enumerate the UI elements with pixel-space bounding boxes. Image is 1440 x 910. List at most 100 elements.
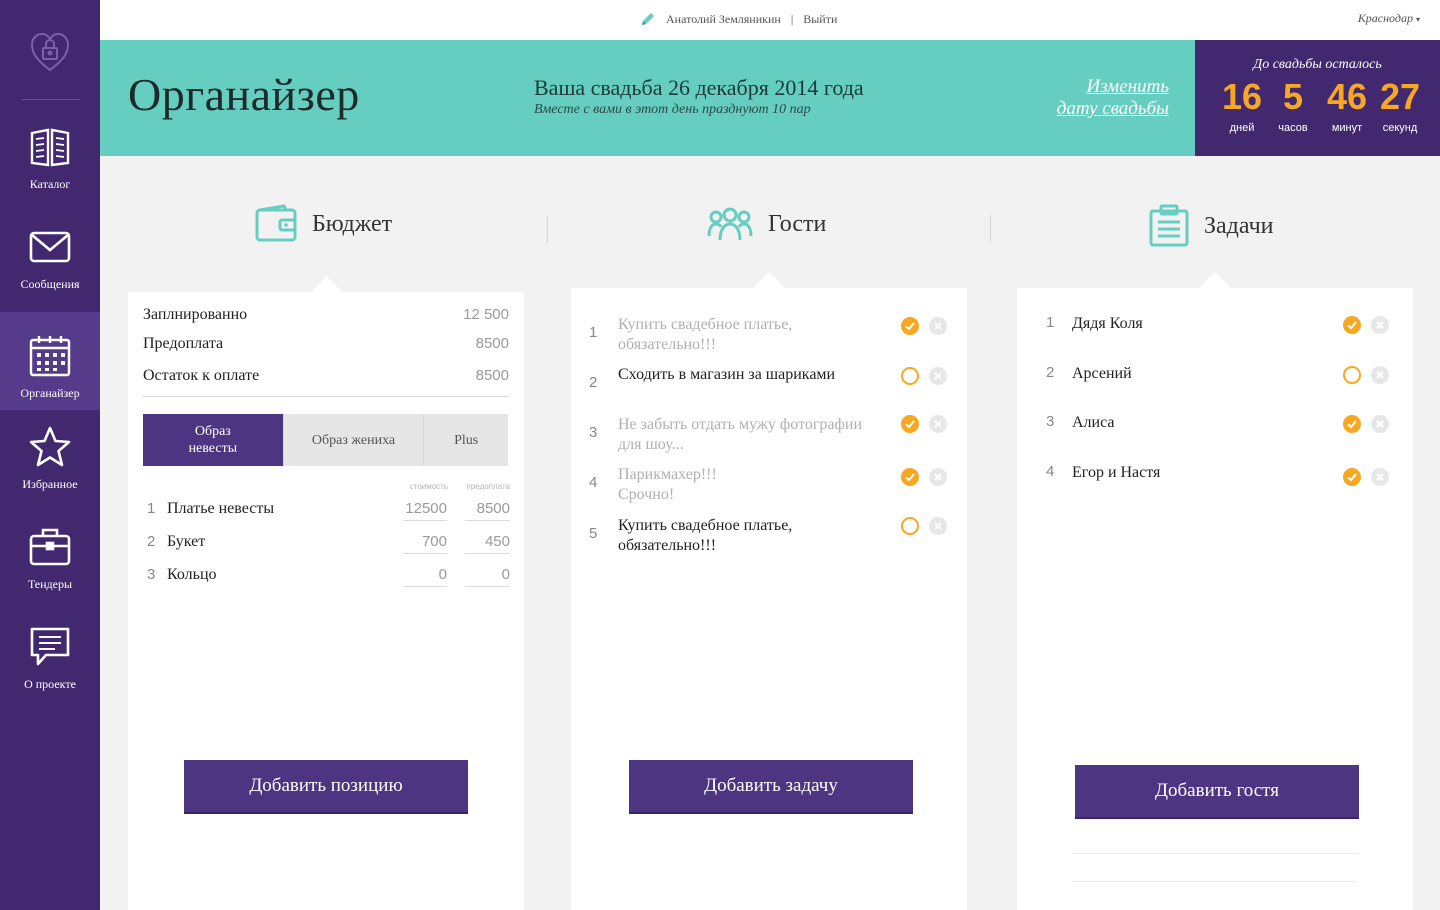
sidebar-item-tenders[interactable]: Тендеры [0,503,100,601]
countdown-seconds: 27 секунд [1376,76,1424,134]
item-prepay-input[interactable]: 0 [465,566,510,587]
logout-link[interactable]: Выйти [803,12,837,27]
check-icon[interactable] [901,415,919,433]
countdown-hours: 5 часов [1273,76,1313,134]
divider [143,396,509,397]
row-number: 2 [1046,364,1055,381]
close-icon[interactable] [1371,366,1389,384]
budget-heading[interactable]: Бюджет [254,204,392,244]
divider [1072,853,1358,854]
separator: | [790,11,794,26]
item-cost-input[interactable]: 12500 [403,500,447,521]
check-icon[interactable] [901,517,919,535]
check-icon[interactable] [901,367,919,385]
heart-lock-icon [30,32,70,72]
column-header-prepay: предоплата [466,482,510,491]
book-icon [30,128,70,167]
add-task-button[interactable]: Добавить задачу [629,760,913,812]
close-icon[interactable] [1371,415,1389,433]
row-number: 2 [147,533,156,550]
city-selector[interactable]: Краснодар ▾ [1358,11,1420,26]
item-cost-input[interactable]: 0 [403,566,447,587]
budget-item-row[interactable]: 2 Букет 700 450 [143,533,510,557]
countdown-seconds-value: 27 [1379,76,1421,117]
guests-heading[interactable]: Гости [706,204,826,244]
change-date-link[interactable]: Изменить дату свадьбы [1057,76,1169,120]
item-name: Кольцо [167,566,217,583]
sidebar-item-favorites[interactable]: Избранное [0,403,100,501]
item-prepay-input[interactable]: 8500 [465,500,510,521]
budget-item-row[interactable]: 3 Кольцо 0 0 [143,566,510,590]
user-name[interactable]: Анатолий Земляникин [666,12,781,27]
close-icon[interactable] [929,468,947,486]
item-name: Платье невесты [167,500,275,517]
add-guest-button[interactable]: Добавить гостя [1075,765,1359,817]
heading-divider [990,215,991,243]
row-number: 1 [589,324,598,341]
check-icon[interactable] [901,468,919,486]
chevron-down-icon: ▾ [1415,15,1420,24]
tasks-card: 1 Купить свадебное платье, обязательно!!… [571,288,967,910]
budget-prepaid-value: 8500 [475,335,509,352]
close-icon[interactable] [929,317,947,335]
budget-remaining-row: Остаток к оплате 8500 [143,367,509,385]
check-icon[interactable] [1343,468,1361,486]
check-icon[interactable] [1343,366,1361,384]
add-position-button[interactable]: Добавить позицию [184,760,468,812]
speech-bubble-icon [30,627,70,666]
close-icon[interactable] [1371,468,1389,486]
close-icon[interactable] [929,517,947,535]
close-icon[interactable] [1371,316,1389,334]
countdown-minutes-value: 46 [1326,76,1368,117]
task-text: Не забыть отдать мужу фотографии для шоу… [618,416,863,453]
countdown-seconds-label: секунд [1382,122,1418,134]
countdown-minutes: 46 минут [1323,76,1371,134]
guests-card: 1 Дядя Коля 2 Арсений 3 Алиса 4 Егор и Н… [1017,288,1413,910]
budget-item-row[interactable]: 1 Платье невесты 12500 8500 [143,500,510,524]
sidebar-item-label: Органайзер [20,386,80,400]
check-icon[interactable] [1343,316,1361,334]
pencil-icon[interactable] [640,11,656,27]
budget-prepaid-label: Предоплата [143,335,224,352]
countdown-days: 16 дней [1220,76,1264,134]
countdown-hours-value: 5 [1282,76,1304,117]
sidebar-item-messages[interactable]: Сообщения [0,203,100,301]
budget-prepaid-row: Предоплата 8500 [143,335,509,353]
sidebar-item-organizer[interactable]: Органайзер [0,312,100,410]
tab-bride-look[interactable]: Образ невесты [143,414,284,466]
guests-heading-label: Гости [768,210,827,237]
tasks-heading[interactable]: Задачи [1148,204,1274,248]
close-icon[interactable] [929,367,947,385]
wallet-icon [255,204,297,242]
close-icon[interactable] [929,415,947,433]
logo[interactable] [0,0,100,100]
change-date-line2: дату свадьбы [1056,98,1169,119]
budget-remaining-label: Остаток к оплате [143,367,260,384]
item-prepay-input[interactable]: 450 [465,533,510,554]
row-number: 5 [589,525,598,542]
sidebar-item-label: Сообщения [20,277,80,291]
task-text: Купить свадебное платье, обязательно!!! [618,517,793,554]
budget-card: Заплнированно 12 500 Предоплата 8500 Ост… [128,292,524,910]
countdown-hours-label: часов [1278,122,1308,134]
top-bar: Анатолий Земляникин | Выйти Краснодар ▾ [100,0,1440,40]
guest-name: Арсений [1072,365,1132,382]
tab-groom-look[interactable]: Образ жениха [283,414,425,466]
check-icon[interactable] [1343,415,1361,433]
guest-name: Егор и Настя [1072,464,1161,481]
sidebar-item-label: Каталог [29,177,71,191]
city-name: Краснодар [1357,11,1413,25]
tab-plus[interactable]: Plus [424,414,509,466]
task-text: Парикмахер!!! Срочно! [618,466,717,503]
item-cost-input[interactable]: 700 [403,533,447,554]
sidebar-item-catalog[interactable]: Каталог [0,103,100,201]
sidebar-item-about[interactable]: О проекте [0,603,100,701]
row-number: 1 [147,500,156,517]
page-header: Органайзер Ваша свадьба 26 декабря 2014 … [100,40,1195,156]
row-number: 1 [1046,314,1055,331]
people-group-icon [707,207,753,241]
check-icon[interactable] [901,317,919,335]
logo-divider [22,99,80,100]
guest-name: Дядя Коля [1072,315,1143,332]
envelope-icon [29,231,71,263]
